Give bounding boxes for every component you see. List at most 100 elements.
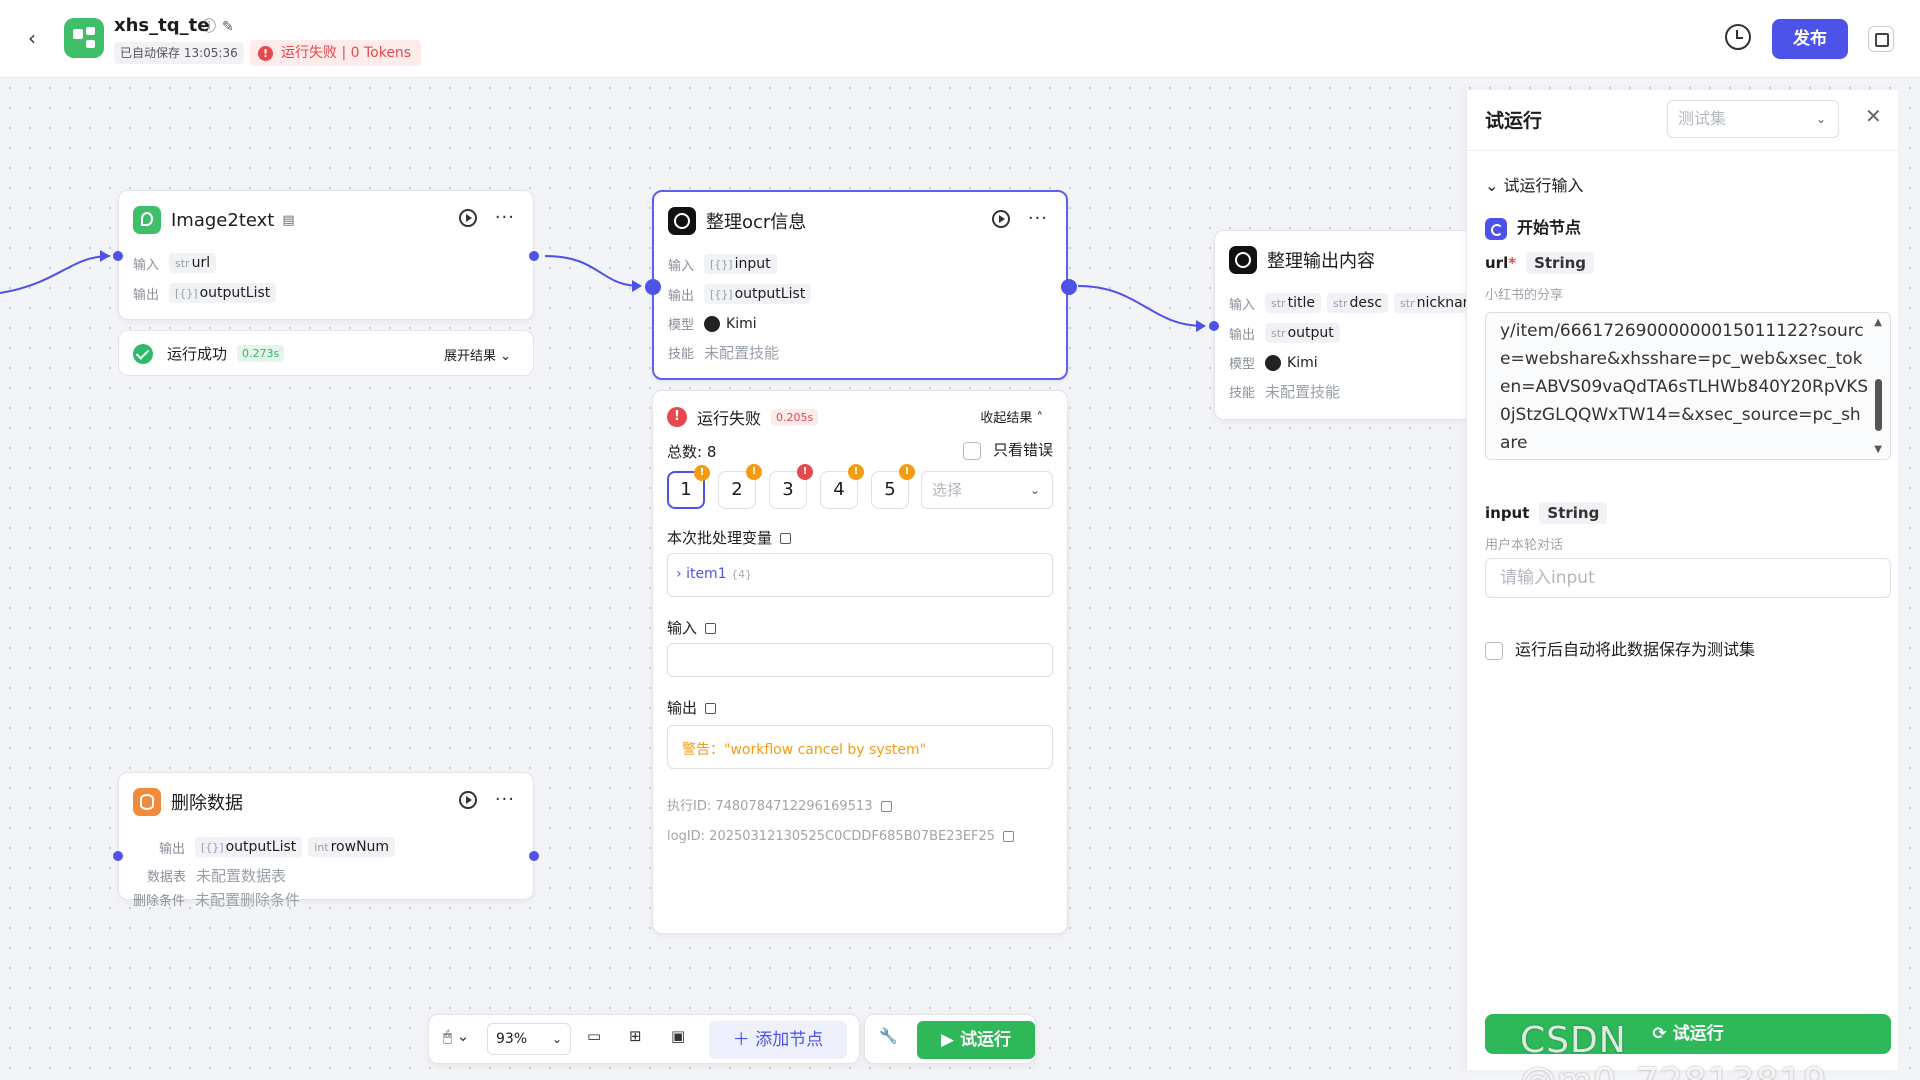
back-icon[interactable]: ‹ [28, 28, 50, 50]
more-icon[interactable]: ··· [1028, 210, 1048, 228]
copy-icon[interactable] [880, 801, 892, 812]
more-icon[interactable]: ··· [495, 209, 515, 227]
output-var-tag: [{}] outputList [169, 283, 277, 303]
batch-item-3[interactable]: 3! [769, 464, 813, 509]
scroll-up-icon[interactable]: ▲ [1874, 317, 1882, 328]
autosave-checkbox[interactable] [1485, 641, 1503, 660]
chevron-down-icon: ⌄ [1029, 483, 1040, 497]
edge-ocr-output [1077, 285, 1205, 327]
duplicate-icon[interactable] [1868, 26, 1894, 52]
layout-icon[interactable]: ⊞ [629, 1027, 642, 1045]
input-var-tag: [{}] input [704, 254, 777, 274]
output-var-tag: [{}] outputList [195, 837, 303, 857]
output-port[interactable] [529, 851, 539, 861]
info-icon[interactable]: ⓘ [202, 19, 222, 35]
batch-item-1[interactable]: 1! [667, 465, 710, 509]
add-node-button[interactable]: ＋ 添加节点 [709, 1021, 847, 1059]
node-ocr[interactable]: 整理ocr信息 ··· 输入 [{}] input 输出 [{}] outputLi… [652, 190, 1068, 380]
warning-icon: ! [899, 464, 915, 480]
scroll-down-icon[interactable]: ▼ [1874, 444, 1882, 455]
batch-item-2[interactable]: 2! [718, 464, 762, 509]
edge-arrow [100, 250, 110, 262]
minimap-icon[interactable]: ▣ [671, 1027, 685, 1045]
zoom-select[interactable]: 93% ⌄ [487, 1023, 571, 1055]
batch-item-5[interactable]: 5! [871, 464, 915, 509]
publish-button[interactable]: 发布 [1772, 19, 1848, 59]
history-icon[interactable] [1725, 24, 1751, 50]
image2text-result-bar: 运行成功 0.273s 展开结果 ⌄ [118, 330, 534, 376]
batch-item-4[interactable]: 4! [820, 464, 864, 509]
skill-value: 未配置技能 [1265, 383, 1341, 401]
only-error-checkbox[interactable] [962, 441, 981, 460]
batch-select[interactable]: 选择 ⌄ [921, 471, 1053, 509]
watermark: CSDN @m0_72813819 [1520, 1020, 1826, 1080]
tag-icon: ▤ [282, 212, 295, 228]
edge-arrow [1196, 320, 1206, 332]
chevron-up-icon: ˄ [1036, 411, 1044, 426]
debug-tool-icon[interactable]: 🔧 [879, 1027, 898, 1045]
run-node-icon[interactable] [458, 209, 477, 227]
comment-icon[interactable]: ▭ [587, 1027, 601, 1045]
test-run-button[interactable]: ▶ 试运行 [917, 1021, 1035, 1059]
only-error-filter[interactable]: 只看错误 [962, 439, 1053, 460]
edit-icon[interactable]: ✎ [222, 19, 240, 35]
input-var-tag: str nicknar [1394, 293, 1473, 313]
copy-icon[interactable] [780, 533, 792, 544]
error-icon: ! [667, 407, 687, 427]
llm-icon [1229, 246, 1257, 274]
autosave-option[interactable]: 运行后自动将此数据保存为测试集 [1485, 636, 1755, 660]
node-delete-data[interactable]: 删除数据 ··· 输出 [{}] outputList int rowNum 数据表… [118, 772, 534, 909]
start-node-icon [1485, 217, 1507, 240]
kimi-icon [1265, 354, 1282, 371]
collapse-result-toggle[interactable]: 收起结果 ˄ [980, 407, 1043, 426]
output-port[interactable] [529, 251, 539, 261]
error-icon: ! [797, 464, 813, 480]
edge-arrow [632, 280, 642, 292]
input-port[interactable] [113, 251, 123, 261]
chevron-down-icon: ⌄ [500, 349, 511, 364]
output-var-tag: str output [1265, 323, 1340, 343]
model-name: Kimi [1287, 354, 1318, 371]
run-toolbar: 🔧 ▶ 试运行 [864, 1014, 1036, 1064]
output-var-tag: int rowNum [308, 837, 396, 857]
node-image2text[interactable]: Image2text ▤ ··· 输入 str url 输出 [{}] output… [118, 190, 534, 320]
warning-icon: ! [694, 465, 710, 481]
expand-result-toggle[interactable]: 展开结果 ⌄ [444, 345, 511, 364]
output-var-tag: [{}] outputList [704, 284, 812, 304]
copy-icon[interactable] [705, 623, 717, 634]
batch-var-item[interactable]: › item1 {4} [676, 566, 752, 582]
input-var-tag: str title [1265, 293, 1321, 313]
input-port[interactable] [113, 851, 123, 861]
input-port[interactable] [1209, 321, 1219, 331]
run-node-icon[interactable] [458, 791, 477, 809]
output-port[interactable] [1061, 279, 1077, 295]
close-icon[interactable]: ✕ [1865, 104, 1882, 128]
section-toggle[interactable]: ⌄ 试运行输入 [1485, 172, 1584, 196]
input-field[interactable]: 请输入input [1485, 558, 1891, 598]
run-node-icon[interactable] [991, 210, 1010, 228]
run-status-text: 运行失败 | 0 Tokens [281, 45, 412, 61]
node-output[interactable]: 整理输出内容 输入 str title str desc str nicknar 输出… [1214, 230, 1474, 420]
workflow-app-icon [64, 18, 104, 58]
table-value: 未配置数据表 [196, 867, 287, 885]
condition-value: 未配置删除条件 [195, 891, 301, 909]
skill-value: 未配置技能 [704, 344, 780, 362]
copy-icon[interactable] [705, 703, 717, 714]
url-input[interactable]: y/item/66617269000000015011122?source=we… [1485, 312, 1891, 460]
input-port[interactable] [645, 279, 661, 295]
testset-select[interactable]: 测试集 ⌄ [1667, 100, 1839, 138]
batch-var-box: › item1 {4} [667, 553, 1053, 597]
log-id: logID: 20250312130525C0CDDF685B07BE23EF2… [667, 829, 1015, 844]
llm-icon [668, 207, 696, 235]
more-icon[interactable]: ··· [495, 791, 515, 809]
success-icon [133, 343, 153, 364]
copy-icon[interactable] [1003, 831, 1015, 842]
top-bar: ‹ xhs_tq_te ⓘ✎ 已自动保存 13:05:36 ! 运行失败 | 0 … [0, 0, 1920, 78]
warning-icon: ! [746, 464, 762, 480]
scrollbar[interactable] [1875, 379, 1882, 431]
mouse-mode-icon[interactable]: 🖱 ⌄ [443, 1027, 469, 1045]
error-icon: ! [258, 46, 273, 61]
result-output-box: 警告："workflow cancel by system" [667, 725, 1053, 769]
exec-id: 执行ID: 7480784712296169513 [667, 795, 892, 814]
total-count: 总数: 8 [667, 443, 717, 461]
